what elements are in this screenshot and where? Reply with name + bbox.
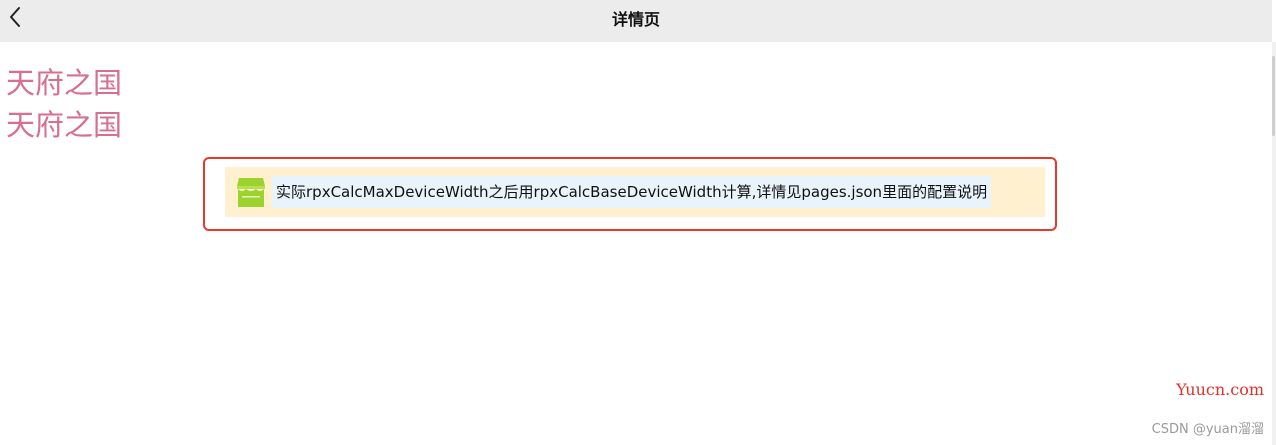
- author-watermark: CSDN @yuan溜溜: [1151, 422, 1264, 437]
- region-heading-2: 天府之国: [6, 108, 123, 142]
- highlight-frame: [203, 157, 1057, 231]
- site-watermark: Yuucn.com: [1176, 380, 1264, 399]
- region-heading-1: 天府之国: [6, 66, 123, 100]
- scrollbar[interactable]: [1272, 42, 1276, 445]
- scrollbar-thumb[interactable]: [1272, 56, 1275, 136]
- page: 详情页 天府之国 天府之国 实际rpxCalcMaxDeviceWidth之后用…: [0, 0, 1276, 445]
- page-title: 详情页: [611, 10, 660, 29]
- navigation-bar: 详情页: [0, 0, 1272, 42]
